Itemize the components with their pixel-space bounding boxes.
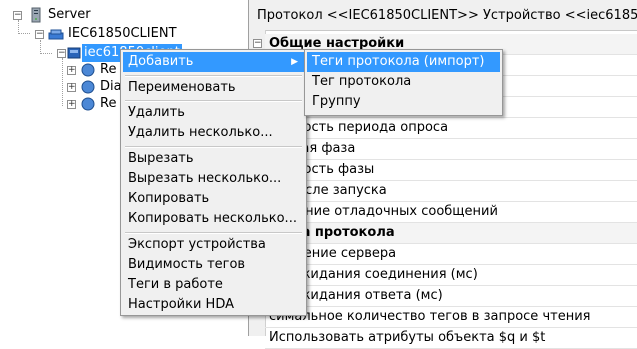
property-row[interactable]: симальное количество тегов в запросе чте… <box>265 307 637 328</box>
menu-item-label: Вырезать несколько... <box>128 171 282 186</box>
tree-label-server: Server <box>48 7 91 22</box>
tree-node-child[interactable]: + Re <box>0 95 120 113</box>
menu-separator <box>125 100 302 102</box>
tree-label-child: Dia <box>100 79 122 94</box>
property-row[interactable]: ключение сервера <box>265 244 637 265</box>
menu-item-label: Переименовать <box>128 80 236 95</box>
node-icon <box>81 97 95 111</box>
menu-item-label: Видимость тегов <box>128 257 246 272</box>
menu-item-label: Добавить <box>128 54 194 69</box>
tree-node-child[interactable]: + Re <box>0 61 120 79</box>
property-row[interactable]: мя ожидания соединения (мс) <box>265 265 637 286</box>
menu-item-export-device[interactable]: Экспорт устройства <box>123 235 304 255</box>
submenu-item-protocol-tag[interactable]: Тег протокола <box>307 72 500 92</box>
menu-item-label: Вырезать <box>128 151 194 166</box>
menu-item-tag-visibility[interactable]: Видимость тегов <box>123 255 304 275</box>
menu-item-label: Копировать <box>128 191 210 206</box>
menu-item-copy-multiple[interactable]: Копировать несколько... <box>123 209 304 229</box>
property-row[interactable]: мерность периода опроса <box>265 118 637 139</box>
submenu-item-label: Группу <box>312 94 361 109</box>
menu-item-label: Копировать несколько... <box>128 211 297 226</box>
menu-item-label: Настройки HDA <box>128 297 234 312</box>
tree-node-client[interactable]: − IEC61850CLIENT <box>0 25 248 43</box>
property-row[interactable]: Использовать атрибуты объекта $q и $t <box>265 328 637 349</box>
add-submenu: Теги протокола (импорт) Тег протокола Гр… <box>304 49 503 116</box>
property-row[interactable]: альная фаза <box>265 139 637 160</box>
tree-label-client: IEC61850CLIENT <box>68 26 177 41</box>
expand-toggle-icon[interactable]: + <box>67 100 76 109</box>
collapse-toggle-icon[interactable]: − <box>57 49 66 58</box>
expand-toggle-icon[interactable]: + <box>67 66 76 75</box>
expand-toggle-icon[interactable]: + <box>67 83 76 92</box>
group-collapse-icon[interactable]: − <box>253 39 262 48</box>
menu-item-label: Теги в работе <box>128 277 223 292</box>
context-menu: Добавить ▶ Переименовать Удалить Удалить… <box>120 49 307 316</box>
property-row[interactable]: йства протокола <box>265 223 637 244</box>
properties-header: Протокол <<IEC61850CLIENT>> Устройство <… <box>249 0 637 31</box>
menu-separator <box>125 146 302 148</box>
node-icon <box>81 80 95 94</box>
protocol-icon <box>48 29 64 40</box>
tree-node-server[interactable]: − Server <box>0 6 248 24</box>
property-row[interactable]: от после запуска <box>265 181 637 202</box>
menu-item-cut-multiple[interactable]: Вырезать несколько... <box>123 169 304 189</box>
property-row[interactable]: решение отладочных сообщений <box>265 202 637 223</box>
submenu-item-label: Теги протокола (импорт) <box>312 54 485 69</box>
device-icon <box>67 47 81 59</box>
submenu-item-import-tags[interactable]: Теги протокола (импорт) <box>307 52 500 72</box>
menu-item-rename[interactable]: Переименовать <box>123 78 304 98</box>
property-row[interactable]: мя ожидания ответа (мс) <box>265 286 637 307</box>
menu-item-cut[interactable]: Вырезать <box>123 149 304 169</box>
menu-item-copy[interactable]: Копировать <box>123 189 304 209</box>
menu-item-label: Удалить несколько... <box>128 125 273 140</box>
collapse-toggle-icon[interactable]: − <box>35 30 44 39</box>
submenu-item-group[interactable]: Группу <box>307 92 500 112</box>
menu-item-hda-settings[interactable]: Настройки HDA <box>123 295 304 315</box>
properties-title: Протокол <<IEC61850CLIENT>> Устройство <… <box>257 8 637 23</box>
tree-label-child: Re <box>100 62 117 77</box>
server-icon <box>31 7 41 23</box>
submenu-item-label: Тег протокола <box>312 74 412 89</box>
property-row[interactable]: мерность фазы <box>265 160 637 181</box>
menu-item-delete[interactable]: Удалить <box>123 103 304 123</box>
node-icon <box>81 63 95 77</box>
menu-item-label: Удалить <box>128 105 185 120</box>
tree-node-child[interactable]: + Dia <box>0 78 122 96</box>
tree-label-child: Re <box>100 96 117 111</box>
menu-item-add[interactable]: Добавить ▶ <box>123 52 304 72</box>
menu-item-delete-multiple[interactable]: Удалить несколько... <box>123 123 304 143</box>
menu-item-label: Экспорт устройства <box>128 237 266 252</box>
menu-item-tags-in-work[interactable]: Теги в работе <box>123 275 304 295</box>
menu-separator <box>125 232 302 234</box>
submenu-arrow-icon: ▶ <box>291 57 298 67</box>
menu-separator <box>125 75 302 77</box>
collapse-toggle-icon[interactable]: − <box>13 11 22 20</box>
